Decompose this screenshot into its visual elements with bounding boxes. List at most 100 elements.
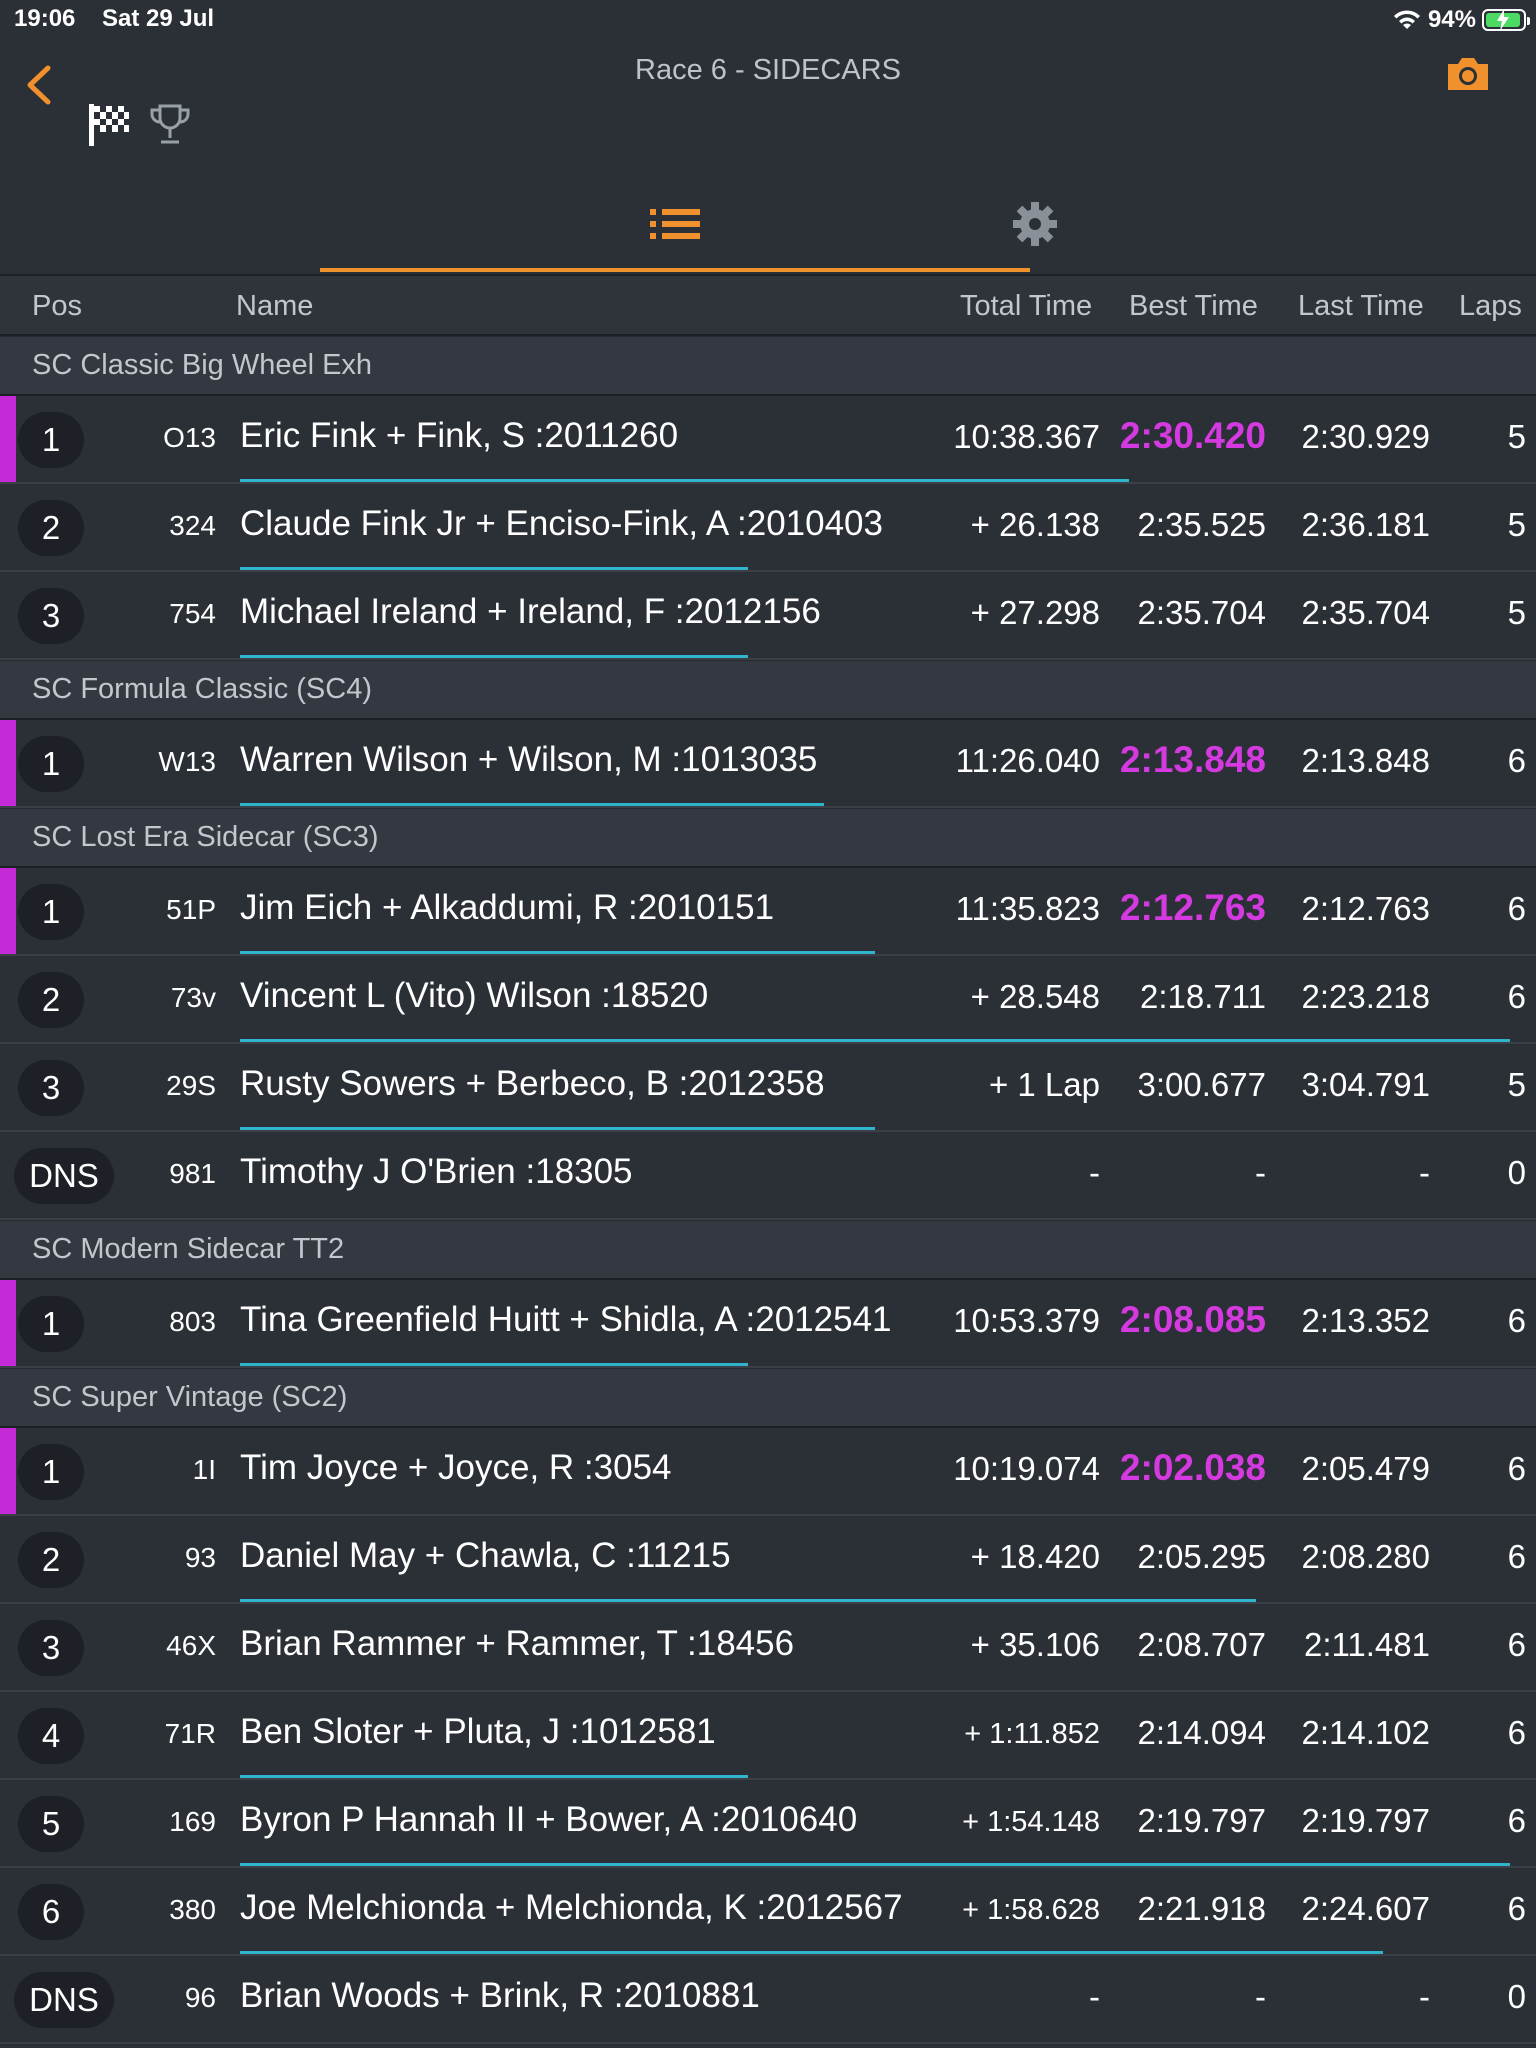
best-time: 2:13.848: [1119, 739, 1266, 780]
result-row[interactable]: 1 1I Tim Joyce + Joyce, R :3054 10:19.074 2:…: [0, 1428, 1536, 1516]
last-time: 2:30.929: [1301, 418, 1430, 455]
entry-number: 169: [169, 1806, 216, 1837]
rider-name: Brian Woods + Brink, R :2010881: [240, 1976, 760, 2015]
laps-count: 5: [1507, 1066, 1526, 1103]
entry-number: 29S: [166, 1070, 216, 1101]
rider-name: Tina Greenfield Huitt + Shidla, A :20125…: [240, 1300, 892, 1339]
section-header: SC Classic Big Wheel Exh: [0, 336, 1536, 396]
rider-name: Timothy J O'Brien :18305: [240, 1152, 633, 1191]
last-time: 2:13.848: [1301, 742, 1430, 779]
best-time: 2:30.420: [1119, 415, 1266, 456]
result-row[interactable]: 4 71R Ben Sloter + Pluta, J :1012581 + 1:11…: [0, 1692, 1536, 1780]
battery-icon: [1482, 9, 1530, 31]
col-best-time[interactable]: Best Time: [1129, 290, 1258, 323]
col-pos[interactable]: Pos: [32, 290, 82, 323]
total-time: + 35.106: [970, 1626, 1100, 1663]
last-time: 2:23.218: [1301, 978, 1430, 1015]
section-header: SC Formula Classic (SC4): [0, 660, 1536, 720]
last-time: 2:05.479: [1301, 1450, 1430, 1487]
trophy-icon[interactable]: [148, 102, 192, 148]
col-last-time[interactable]: Last Time: [1298, 290, 1424, 323]
rider-name: Joe Melchionda + Melchionda, K :2012567: [240, 1888, 903, 1927]
total-time: + 26.138: [970, 506, 1100, 543]
entry-number: 380: [169, 1894, 216, 1925]
result-row[interactable]: 3 46X Brian Rammer + Rammer, T :18456 + 35.…: [0, 1604, 1536, 1692]
total-time: + 18.420: [970, 1538, 1100, 1575]
entry-number: 1I: [192, 1454, 216, 1485]
class-leader-marker: [0, 396, 16, 482]
status-bar: 19:06 Sat 29 Jul 94%: [0, 0, 1536, 40]
laps-count: 6: [1507, 978, 1526, 1015]
rider-name: Warren Wilson + Wilson, M :1013035: [240, 740, 818, 779]
col-laps[interactable]: Laps: [1459, 290, 1522, 323]
last-time: 2:08.280: [1301, 1538, 1430, 1575]
result-row[interactable]: DNS 981 Timothy J O'Brien :18305 - - - 0: [0, 1132, 1536, 1220]
position-badge: 1: [18, 1444, 84, 1500]
total-time: + 28.548: [970, 978, 1100, 1015]
result-row[interactable]: 1 W13 Warren Wilson + Wilson, M :1013035 11…: [0, 720, 1536, 808]
laps-count: 6: [1507, 742, 1526, 779]
rider-name: Claude Fink Jr + Enciso-Fink, A :2010403: [240, 504, 883, 543]
last-time: 3:04.791: [1301, 1066, 1430, 1103]
result-row[interactable]: 3 754 Michael Ireland + Ireland, F :201215…: [0, 572, 1536, 660]
last-time: 2:14.102: [1301, 1714, 1430, 1751]
result-row[interactable]: 2 93 Daniel May + Chawla, C :11215 + 18.420…: [0, 1516, 1536, 1604]
tab-bar: [0, 174, 1536, 276]
entry-number: 71R: [164, 1718, 216, 1749]
last-time: 2:19.797: [1301, 1802, 1430, 1839]
entry-number: 51P: [166, 894, 216, 925]
col-name[interactable]: Name: [236, 290, 313, 323]
tab-settings[interactable]: [1010, 174, 1060, 274]
result-row[interactable]: 1 803 Tina Greenfield Huitt + Shidla, A :2…: [0, 1280, 1536, 1368]
position-badge: 1: [18, 884, 84, 940]
race-progress-bar: [240, 567, 748, 570]
camera-icon[interactable]: [1444, 54, 1492, 94]
tab-results-list[interactable]: [320, 174, 1030, 274]
status-date: Sat 29 Jul: [102, 5, 215, 32]
results-list: SC Classic Big Wheel Exh 1 O13 Eric Fink + …: [0, 336, 1536, 2044]
total-time: + 1:54.148: [962, 1806, 1100, 1838]
section-header: SC Lost Era Sidecar (SC3): [0, 808, 1536, 868]
col-total-time[interactable]: Total Time: [960, 290, 1092, 323]
entry-number: 46X: [166, 1630, 216, 1661]
best-time: 2:05.295: [1137, 1538, 1266, 1575]
rider-name: Vincent L (Vito) Wilson :18520: [240, 976, 709, 1015]
page-title: Race 6 - SIDECARS: [635, 54, 901, 86]
entry-number: W13: [158, 746, 216, 777]
result-row[interactable]: 5 169 Byron P Hannah II + Bower, A :201064…: [0, 1780, 1536, 1868]
race-progress-bar: [240, 1863, 1510, 1866]
rider-name: Eric Fink + Fink, S :2011260: [240, 416, 679, 455]
nav-header: Race 6 - SIDECARS: [0, 40, 1536, 176]
checkered-flag-icon[interactable]: [86, 102, 132, 148]
result-row[interactable]: 6 380 Joe Melchionda + Melchionda, K :2012…: [0, 1868, 1536, 1956]
laps-count: 5: [1507, 418, 1526, 455]
race-progress-bar: [240, 1775, 748, 1778]
race-progress-bar: [240, 1363, 748, 1366]
result-row[interactable]: DNS 96 Brian Woods + Brink, R :2010881 - - - 0: [0, 1956, 1536, 2044]
result-row[interactable]: 1 51P Jim Eich + Alkaddumi, R :2010151 11:3…: [0, 868, 1536, 956]
result-row[interactable]: 1 O13 Eric Fink + Fink, S :2011260 10:38.36…: [0, 396, 1536, 484]
result-row[interactable]: 2 73v Vincent L (Vito) Wilson :18520 + 28.5…: [0, 956, 1536, 1044]
position-badge: DNS: [14, 1972, 114, 2028]
race-progress-bar: [240, 1951, 1383, 1954]
list-icon: [650, 209, 700, 239]
laps-count: 6: [1507, 1890, 1526, 1927]
rider-name: Brian Rammer + Rammer, T :18456: [240, 1624, 795, 1663]
laps-count: 6: [1507, 1450, 1526, 1487]
position-badge: 5: [18, 1796, 84, 1852]
result-row[interactable]: 3 29S Rusty Sowers + Berbeco, B :2012358 + …: [0, 1044, 1536, 1132]
entry-number: 96: [184, 1982, 216, 2013]
last-time: 2:13.352: [1301, 1302, 1430, 1339]
total-time: + 1:58.628: [962, 1894, 1100, 1926]
battery-percent: 94%: [1427, 6, 1476, 33]
race-progress-bar: [240, 479, 1129, 482]
position-badge: 1: [18, 1296, 84, 1352]
race-progress-bar: [240, 1599, 1256, 1602]
total-time: 10:53.379: [953, 1302, 1100, 1339]
entry-number: 981: [169, 1158, 216, 1189]
position-badge: 6: [18, 1884, 84, 1940]
position-badge: 4: [18, 1708, 84, 1764]
result-row[interactable]: 2 324 Claude Fink Jr + Enciso-Fink, A :201…: [0, 484, 1536, 572]
best-time: 3:00.677: [1137, 1066, 1266, 1103]
total-time: + 1 Lap: [988, 1066, 1100, 1103]
